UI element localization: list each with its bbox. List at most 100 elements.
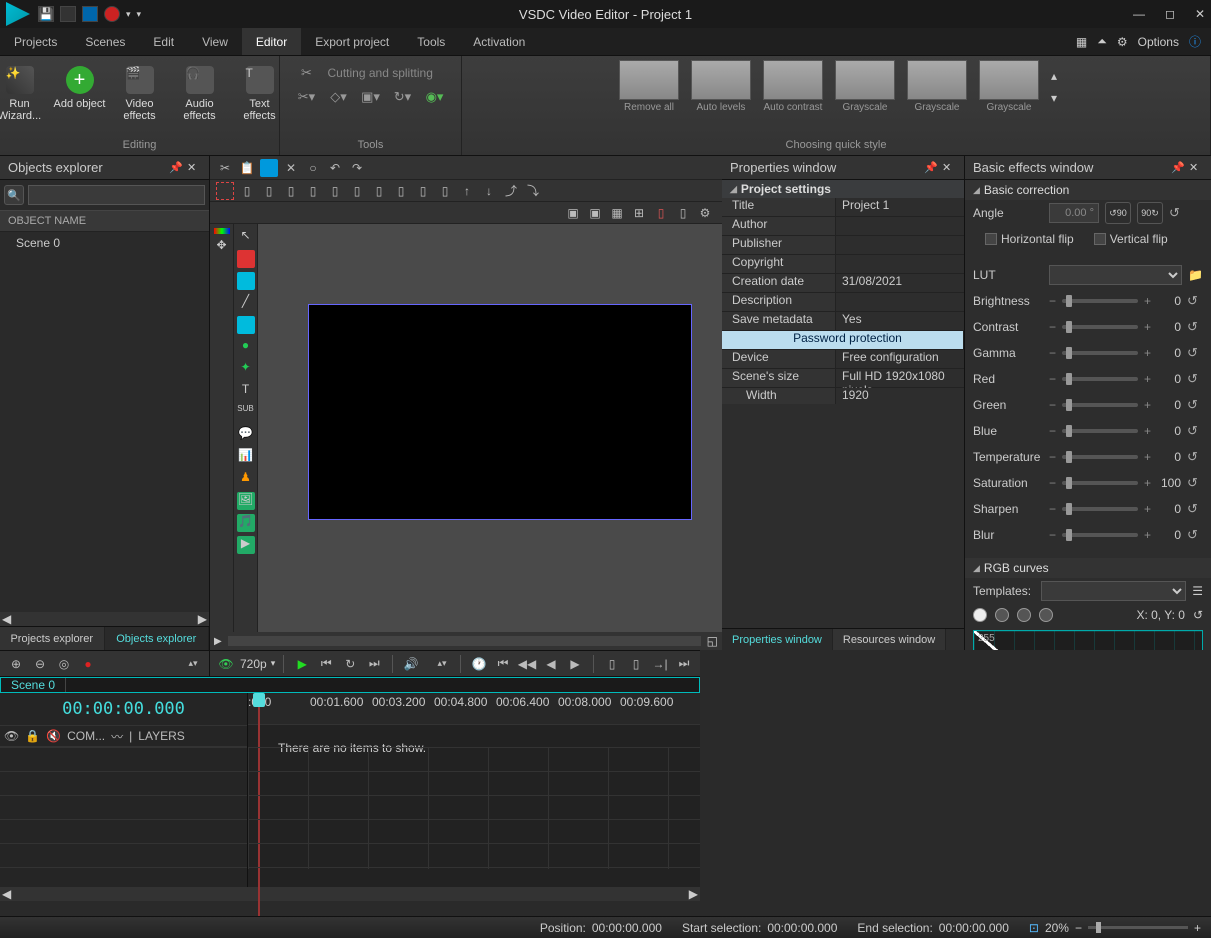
- rotate-tool-icon[interactable]: ↻▾: [392, 88, 414, 106]
- pin-icon[interactable]: 📌: [1171, 161, 1185, 174]
- align-1-icon[interactable]: ▯: [238, 182, 256, 200]
- reset-icon[interactable]: ↺: [1187, 293, 1203, 309]
- select-all-icon[interactable]: [216, 182, 234, 200]
- copy-icon[interactable]: 📋: [238, 159, 256, 177]
- align-2-icon[interactable]: ▯: [260, 182, 278, 200]
- maximize-button[interactable]: ◻: [1165, 7, 1175, 21]
- search-icon[interactable]: 🔍: [4, 185, 24, 205]
- text-icon[interactable]: T: [237, 382, 255, 400]
- grid-icon[interactable]: ▦: [608, 204, 626, 222]
- tl-visible-icon[interactable]: 👁: [216, 654, 236, 674]
- menu-tab-view[interactable]: View: [188, 28, 242, 55]
- timeline-ruler[interactable]: :00000:01.60000:03.20000:04.80000:06.400…: [248, 693, 700, 725]
- menu-tab-scenes[interactable]: Scenes: [71, 28, 139, 55]
- undo-icon[interactable]: ↶: [326, 159, 344, 177]
- rect-blue-icon[interactable]: [237, 272, 255, 290]
- fx-slider-brightness[interactable]: Brightness−+0↺: [965, 288, 1211, 314]
- close-icon[interactable]: ✕: [942, 161, 956, 174]
- rgb-curve-editor[interactable]: 255 128: [973, 630, 1203, 650]
- align-7-icon[interactable]: ▯: [370, 182, 388, 200]
- tl-goto-icon[interactable]: →|: [650, 654, 670, 674]
- ruler-color-icon[interactable]: [214, 228, 230, 234]
- fx-slider-blue[interactable]: Blue−+0↺: [965, 418, 1211, 444]
- password-protection-row[interactable]: Password protection: [722, 331, 964, 350]
- fx-slider-red[interactable]: Red−+0↺: [965, 366, 1211, 392]
- close-icon[interactable]: ✕: [1189, 161, 1203, 174]
- tl-end-icon[interactable]: ⏭: [674, 654, 694, 674]
- rect-icon[interactable]: [237, 316, 255, 334]
- tl-menu-icon[interactable]: ▴▾: [183, 654, 203, 674]
- qat-dropdown-icon[interactable]: ▾: [137, 9, 142, 20]
- freeform-icon[interactable]: ✦: [237, 360, 255, 378]
- run-wizard-button[interactable]: ✨Run Wizard...: [0, 60, 47, 122]
- move-icon[interactable]: ✥: [213, 238, 231, 256]
- prop-row[interactable]: Scene's sizeFull HD 1920x1080 pixels: [722, 369, 964, 388]
- align-6-icon[interactable]: ▯: [348, 182, 366, 200]
- menu-tab-export[interactable]: Export project: [301, 28, 403, 55]
- redo-icon[interactable]: ↷: [348, 159, 366, 177]
- audio-effects-button[interactable]: 🎧Audio effects: [173, 60, 227, 122]
- safe-icon[interactable]: ▯: [674, 204, 692, 222]
- style-auto-levels[interactable]: Auto levels: [687, 60, 755, 113]
- image-icon[interactable]: 🖼: [237, 492, 255, 510]
- tl-prev-frame-icon[interactable]: ⏮: [316, 654, 336, 674]
- tl-back-icon[interactable]: ◀: [541, 654, 561, 674]
- menu-tab-edit[interactable]: Edit: [139, 28, 188, 55]
- audio-icon[interactable]: 🎵: [237, 514, 255, 532]
- style-remove-all[interactable]: Remove all: [615, 60, 683, 113]
- tl-circle-icon[interactable]: ◎: [54, 654, 74, 674]
- arrow-top-icon[interactable]: ⤴: [502, 182, 520, 200]
- curve-channel-rgb[interactable]: [973, 608, 987, 622]
- fx-slider-gamma[interactable]: Gamma−+0↺: [965, 340, 1211, 366]
- tl-clock-icon[interactable]: 🕐: [469, 654, 489, 674]
- crop-tool-icon[interactable]: ▣▾: [360, 88, 382, 106]
- text-effects-button[interactable]: TText effects: [233, 60, 287, 122]
- prop-row[interactable]: Copyright: [722, 255, 964, 274]
- pointer-icon[interactable]: ↖: [237, 228, 255, 246]
- tl-first-icon[interactable]: ⏮: [493, 654, 513, 674]
- vertical-flip-checkbox[interactable]: Vertical flip: [1094, 232, 1168, 246]
- style-scroll-icon[interactable]: ▴▾: [1047, 69, 1057, 105]
- tl-menu2-icon[interactable]: ▴▾: [432, 654, 452, 674]
- paste-icon[interactable]: [260, 159, 278, 177]
- menu-tab-editor[interactable]: Editor: [242, 28, 301, 55]
- options-label[interactable]: Options: [1138, 35, 1179, 49]
- col-mute-icon[interactable]: 🔇: [46, 729, 61, 743]
- arrow-up-icon[interactable]: ↑: [458, 182, 476, 200]
- col-visible-icon[interactable]: 👁: [4, 729, 19, 743]
- qat-save-icon[interactable]: 💾: [38, 6, 54, 22]
- props-section-project[interactable]: Project settings: [722, 180, 964, 198]
- layout-icon[interactable]: ▦: [1076, 35, 1087, 49]
- prop-row[interactable]: Publisher: [722, 236, 964, 255]
- prop-row[interactable]: Save metadataYes: [722, 312, 964, 331]
- fx-slider-green[interactable]: Green−+0↺: [965, 392, 1211, 418]
- cut-tool-icon[interactable]: ✂▾: [296, 88, 318, 106]
- zoom-out-icon[interactable]: −: [1075, 921, 1082, 935]
- fx-slider-saturation[interactable]: Saturation−+100↺: [965, 470, 1211, 496]
- tl-add-icon[interactable]: ⊕: [6, 654, 26, 674]
- tl-next-frame-icon[interactable]: ⏭: [364, 654, 384, 674]
- prop-row[interactable]: Width1920: [722, 388, 964, 404]
- fx-slider-contrast[interactable]: Contrast−+0↺: [965, 314, 1211, 340]
- add-object-button[interactable]: +Add object: [53, 60, 107, 110]
- reset-icon[interactable]: ↺: [1187, 475, 1203, 491]
- reset-icon[interactable]: ↺: [1187, 397, 1203, 413]
- prop-row[interactable]: Author: [722, 217, 964, 236]
- style-grayscale-3[interactable]: Grayscale: [975, 60, 1043, 113]
- collapse-ribbon-icon[interactable]: ⏶: [1097, 34, 1107, 49]
- fx-slider-temperature[interactable]: Temperature−+0↺: [965, 444, 1211, 470]
- hscroll-right-icon[interactable]: ▶: [198, 612, 207, 626]
- close-button[interactable]: ✕: [1195, 7, 1205, 21]
- info-icon[interactable]: ⓘ: [1189, 33, 1201, 50]
- settings-icon[interactable]: ⚙: [696, 204, 714, 222]
- hscroll-left-icon[interactable]: ◀: [2, 612, 11, 626]
- video-effects-button[interactable]: 🎬Video effects: [113, 60, 167, 122]
- object-item-scene-0[interactable]: Scene 0: [0, 232, 209, 254]
- reset-icon[interactable]: ↺: [1187, 423, 1203, 439]
- sprite-icon[interactable]: ♟: [237, 470, 255, 488]
- tl-record-icon[interactable]: ●: [78, 654, 98, 674]
- fx-slider-blur[interactable]: Blur−+0↺: [965, 522, 1211, 548]
- rotate-90-cw-button[interactable]: 90↻: [1137, 202, 1163, 224]
- menu-tab-projects[interactable]: Projects: [0, 28, 71, 55]
- lut-select[interactable]: [1049, 265, 1182, 285]
